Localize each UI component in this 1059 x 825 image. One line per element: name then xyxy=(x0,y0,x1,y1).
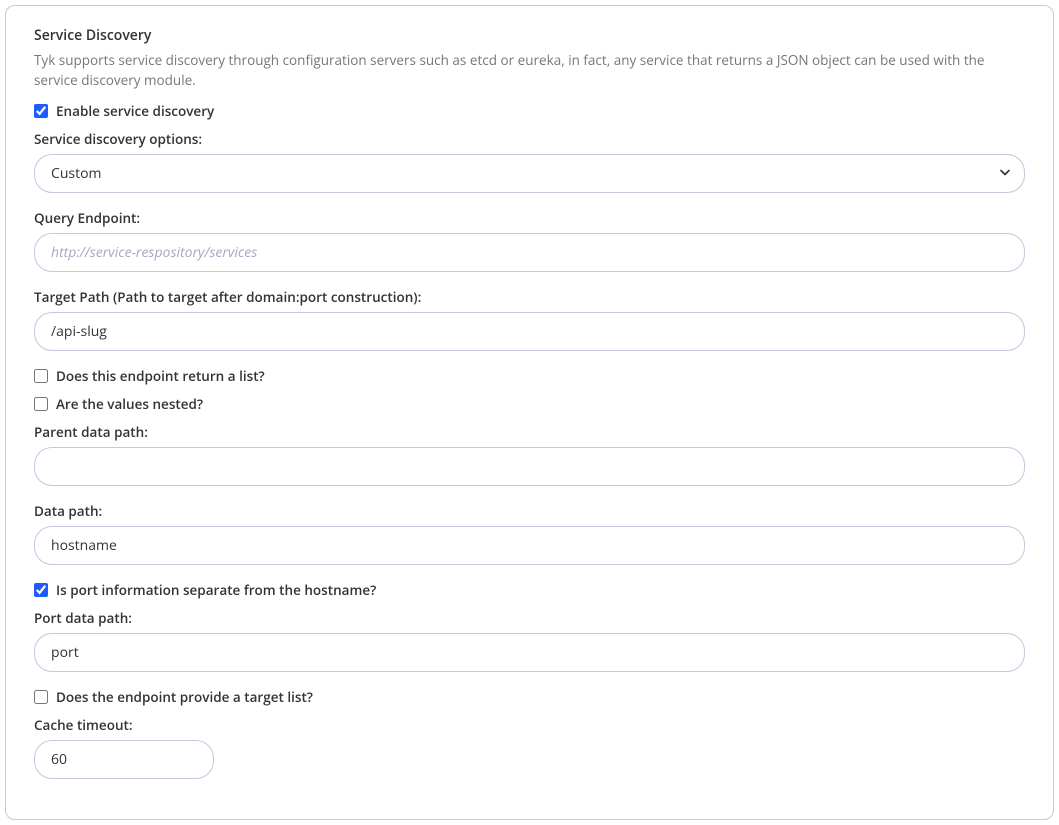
service-discovery-panel: Service Discovery Tyk supports service d… xyxy=(5,5,1054,820)
target-list-checkbox[interactable] xyxy=(34,690,48,704)
parent-data-path-input[interactable] xyxy=(34,447,1025,486)
returns-list-row: Does this endpoint return a list? xyxy=(34,367,1025,385)
enable-service-discovery-row: Enable service discovery xyxy=(34,102,1025,120)
parent-data-path-label: Parent data path: xyxy=(34,423,1025,441)
values-nested-checkbox[interactable] xyxy=(34,397,48,411)
values-nested-row: Are the values nested? xyxy=(34,395,1025,413)
target-path-input[interactable] xyxy=(34,312,1025,351)
query-endpoint-label: Query Endpoint: xyxy=(34,209,1025,227)
section-title: Service Discovery xyxy=(34,26,1025,45)
query-endpoint-input[interactable] xyxy=(34,233,1025,272)
target-path-field: Target Path (Path to target after domain… xyxy=(34,288,1025,351)
port-data-path-label: Port data path: xyxy=(34,609,1025,627)
section-description: Tyk supports service discovery through c… xyxy=(34,51,1025,90)
sd-options-select[interactable]: Custom xyxy=(34,154,1025,193)
port-data-path-field: Port data path: xyxy=(34,609,1025,672)
data-path-label: Data path: xyxy=(34,502,1025,520)
values-nested-label[interactable]: Are the values nested? xyxy=(56,395,203,413)
port-separate-label[interactable]: Is port information separate from the ho… xyxy=(56,581,376,599)
port-separate-row: Is port information separate from the ho… xyxy=(34,581,1025,599)
sd-options-select-wrapper: Custom xyxy=(34,154,1025,193)
cache-timeout-input[interactable] xyxy=(34,740,214,779)
cache-timeout-field: Cache timeout: xyxy=(34,716,1025,779)
returns-list-label[interactable]: Does this endpoint return a list? xyxy=(56,367,265,385)
enable-service-discovery-label[interactable]: Enable service discovery xyxy=(56,102,214,120)
returns-list-checkbox[interactable] xyxy=(34,369,48,383)
port-data-path-input[interactable] xyxy=(34,633,1025,672)
target-list-row: Does the endpoint provide a target list? xyxy=(34,688,1025,706)
target-list-label[interactable]: Does the endpoint provide a target list? xyxy=(56,688,313,706)
enable-service-discovery-checkbox[interactable] xyxy=(34,104,48,118)
target-path-label: Target Path (Path to target after domain… xyxy=(34,288,1025,306)
cache-timeout-label: Cache timeout: xyxy=(34,716,1025,734)
port-separate-checkbox[interactable] xyxy=(34,583,48,597)
sd-options-label: Service discovery options: xyxy=(34,130,1025,148)
data-path-input[interactable] xyxy=(34,526,1025,565)
parent-data-path-field: Parent data path: xyxy=(34,423,1025,486)
data-path-field: Data path: xyxy=(34,502,1025,565)
sd-options-field: Service discovery options: Custom xyxy=(34,130,1025,193)
query-endpoint-field: Query Endpoint: xyxy=(34,209,1025,272)
